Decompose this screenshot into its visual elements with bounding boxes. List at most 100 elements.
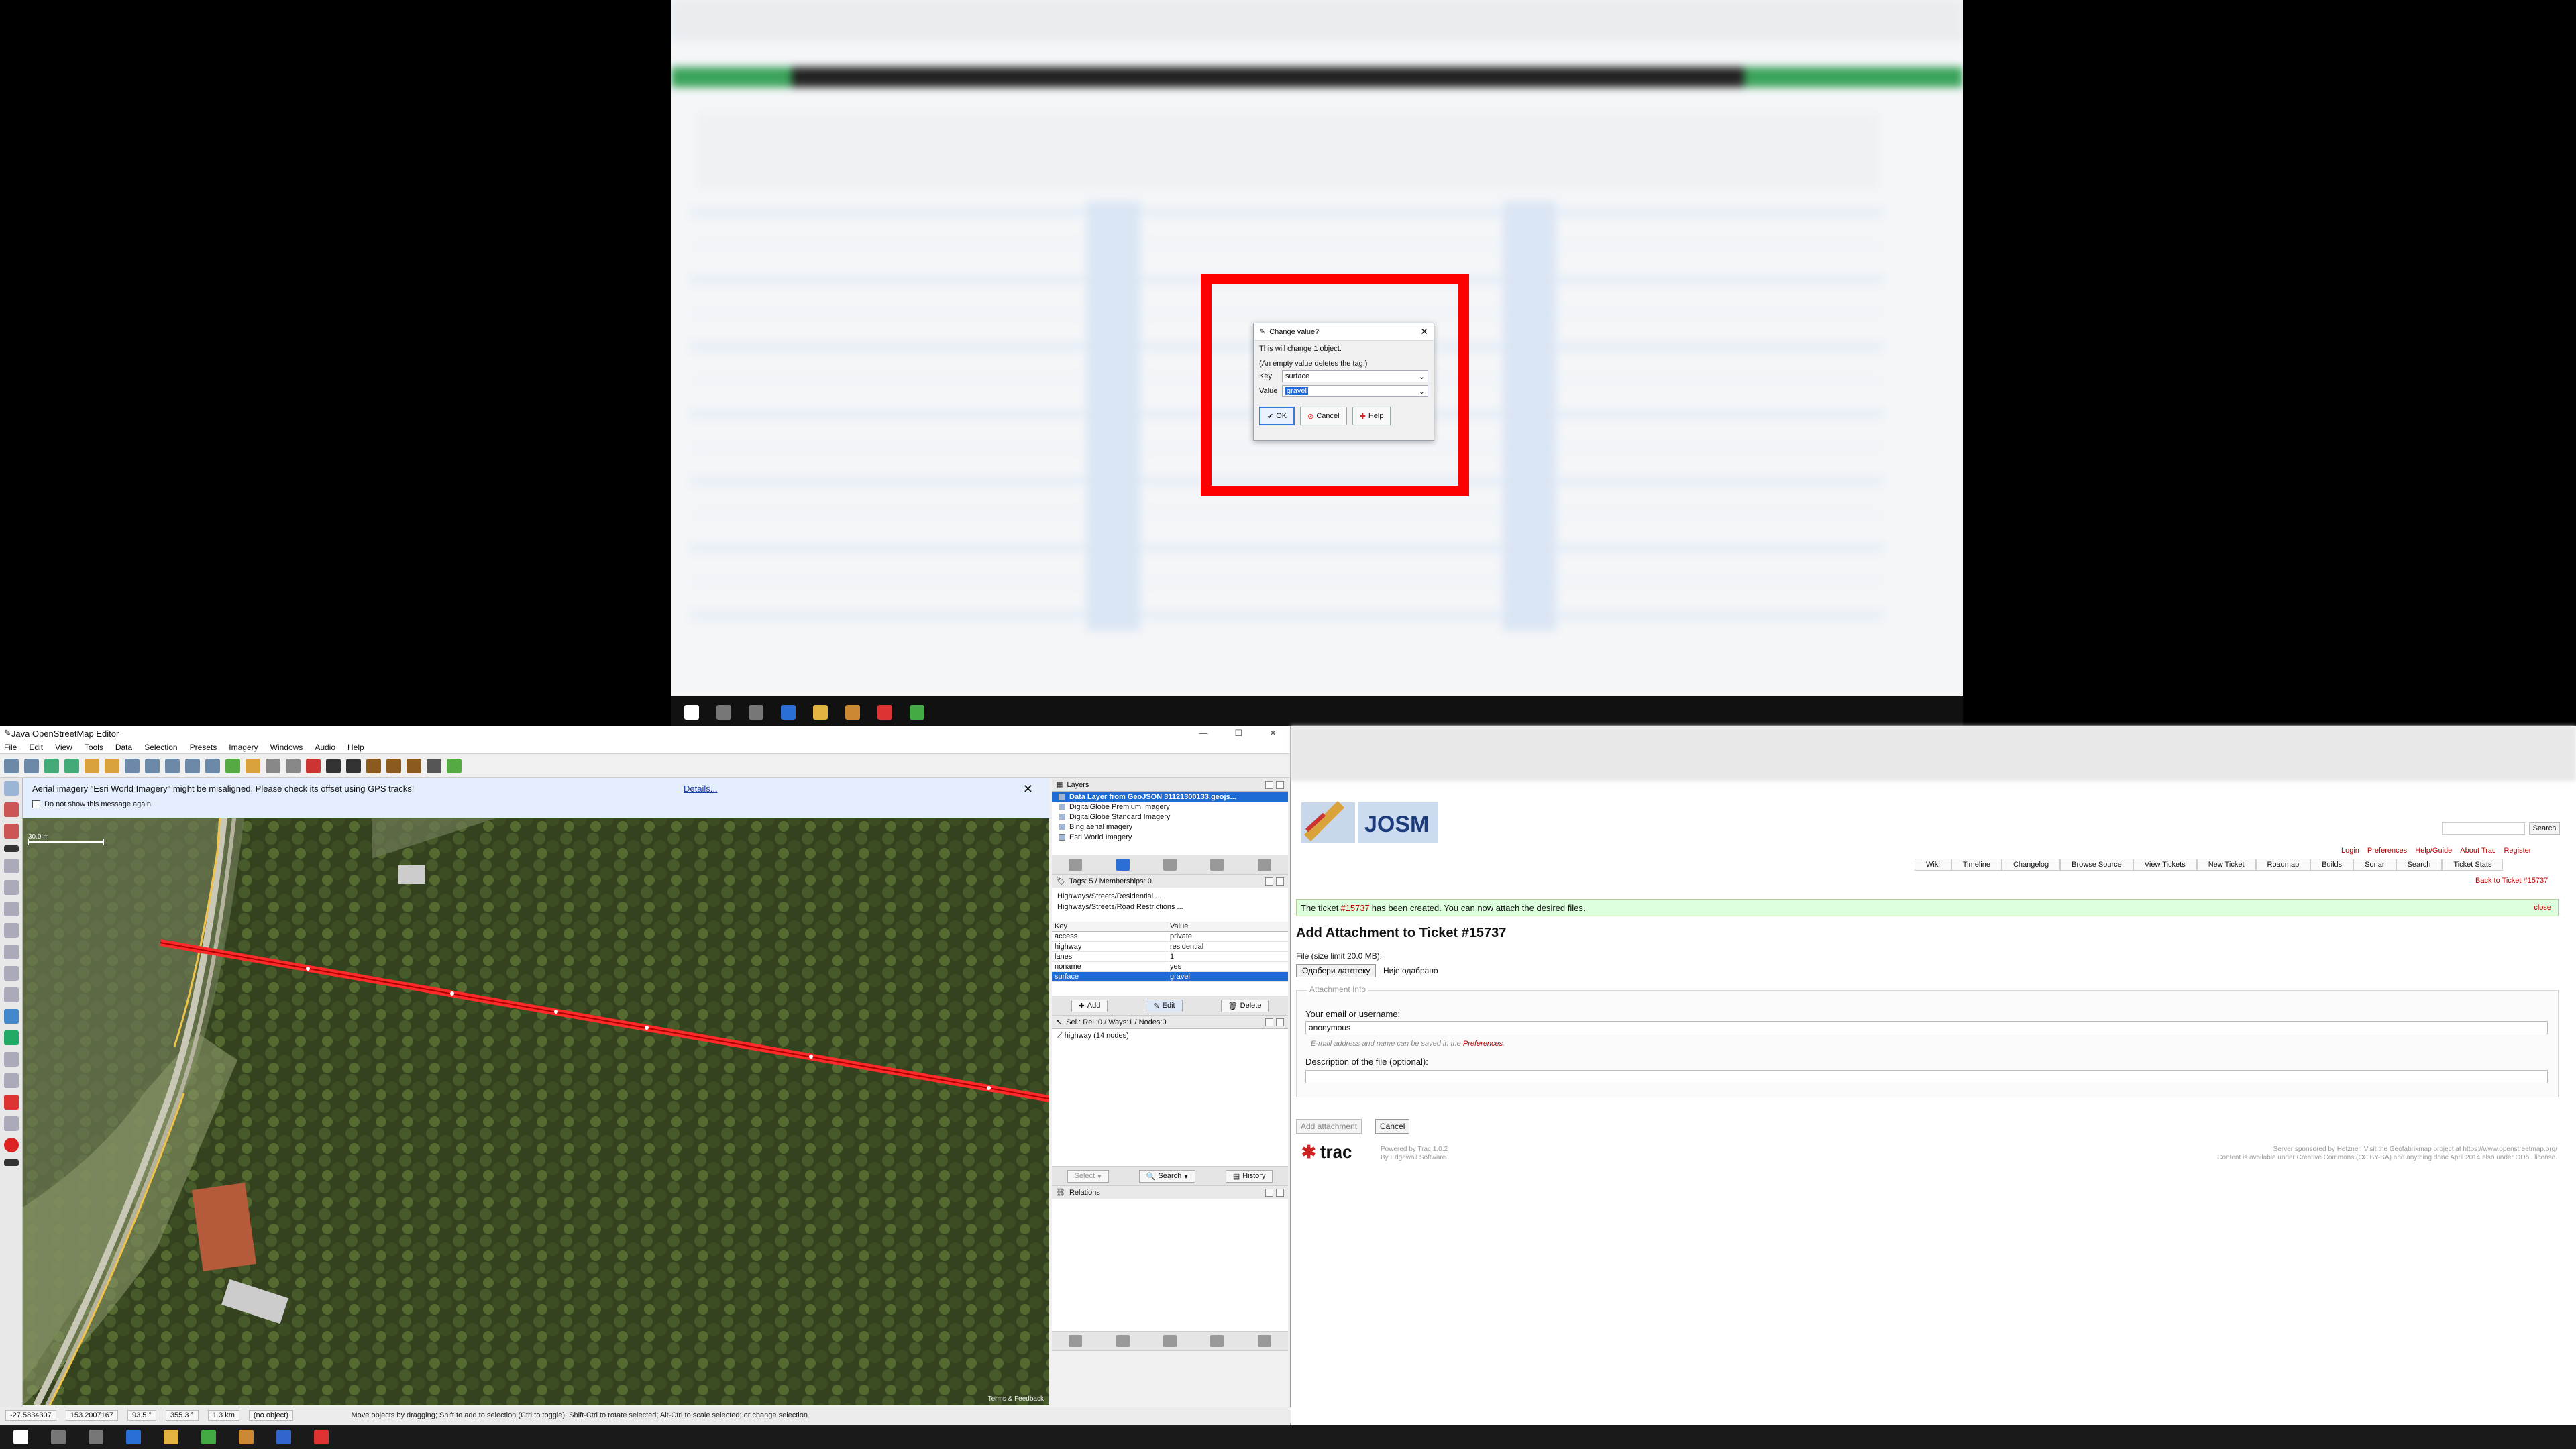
email-field[interactable]: anonymous <box>1305 1021 2548 1034</box>
toggle-dialog-icon[interactable] <box>3 1073 19 1088</box>
split-icon[interactable] <box>165 758 180 773</box>
menu-audio[interactable]: Audio <box>315 743 335 752</box>
preset-link[interactable]: Highways/Streets/Residential ... <box>1057 891 1283 902</box>
table-row[interactable]: noname yes <box>1052 962 1288 972</box>
tab-wiki[interactable]: Wiki <box>1915 859 1951 871</box>
layer-row[interactable]: Data Layer from GeoJSON 31121300133.geoj… <box>1052 792 1288 802</box>
menu-help[interactable]: Help <box>347 743 364 752</box>
select-relation-icon[interactable] <box>1257 1335 1271 1347</box>
nav-register[interactable]: Register <box>2504 847 2531 855</box>
delete-tag-button[interactable]: 🗑 Delete <box>1220 999 1269 1012</box>
layer-row[interactable]: DigitalGlobe Premium Imagery <box>1052 802 1288 812</box>
app-icon[interactable] <box>126 1430 141 1444</box>
add-tag-button[interactable]: ✚ Add <box>1071 999 1108 1012</box>
value-combo[interactable]: gravel ⌄ <box>1282 385 1428 397</box>
move-up-icon[interactable] <box>1069 859 1083 871</box>
menu-presets[interactable]: Presets <box>190 743 217 752</box>
imagery-icon[interactable] <box>225 758 240 773</box>
cancel-button[interactable]: Cancel <box>1375 1119 1410 1134</box>
duplicate-relation-icon[interactable] <box>1163 1335 1177 1347</box>
nav-preferences[interactable]: Preferences <box>2367 847 2407 855</box>
activate-icon[interactable] <box>1163 859 1177 871</box>
select-mode-icon[interactable] <box>3 781 19 796</box>
tab-changelog[interactable]: Changelog <box>2001 859 2061 871</box>
toggle-dialog-icon[interactable] <box>3 902 19 916</box>
add-attachment-button[interactable]: Add attachment <box>1296 1119 1362 1134</box>
maximize-icon[interactable]: ☐ <box>1234 728 1242 739</box>
layer-visible-icon[interactable] <box>1059 833 1065 841</box>
table-row[interactable]: access private <box>1052 932 1288 942</box>
tab-timeline[interactable]: Timeline <box>1951 859 2002 871</box>
dont-show-checkbox[interactable] <box>32 800 40 808</box>
app-icon[interactable] <box>164 1430 178 1444</box>
nav-about-trac[interactable]: About Trac <box>2460 847 2496 855</box>
zoom-icon[interactable] <box>125 758 140 773</box>
table-row[interactable]: surface gravel <box>1052 972 1288 982</box>
toggle-dialog-icon[interactable] <box>3 987 19 1002</box>
preset-highway-icon[interactable] <box>246 758 260 773</box>
app-icon[interactable] <box>201 1430 216 1444</box>
attribution-link[interactable]: Terms & Feedback <box>988 1395 1044 1403</box>
draw-mode-icon[interactable] <box>3 802 19 817</box>
preset-track-icon[interactable] <box>286 758 301 773</box>
delete-layer-icon[interactable] <box>1257 859 1271 871</box>
toggle-dialog-icon[interactable] <box>3 859 19 873</box>
layer-visible-icon[interactable] <box>1059 793 1065 800</box>
panel-dock-icon[interactable] <box>1265 780 1273 789</box>
nav-login[interactable]: Login <box>2341 847 2359 855</box>
preset-building-icon[interactable] <box>306 758 321 773</box>
delete-relation-icon[interactable] <box>1210 1335 1224 1347</box>
ok-button[interactable]: ✔ OK <box>1259 407 1295 425</box>
panel-close-icon[interactable] <box>1276 1018 1284 1026</box>
validator-icon[interactable] <box>3 1030 19 1045</box>
save-icon[interactable] <box>44 758 59 773</box>
new-relation-icon[interactable] <box>1069 1335 1083 1347</box>
toggle-dialog-icon[interactable] <box>3 923 19 938</box>
menu-view[interactable]: View <box>55 743 72 752</box>
reverse-icon[interactable] <box>205 758 220 773</box>
toggle-dialog-icon[interactable] <box>3 1116 19 1131</box>
menu-edit[interactable]: Edit <box>29 743 43 752</box>
minimize-icon[interactable]: — <box>1199 728 1208 739</box>
upload-icon[interactable] <box>64 758 79 773</box>
tab-sonar[interactable]: Sonar <box>2353 859 2396 871</box>
preset-car-icon[interactable] <box>326 758 341 773</box>
ticket-link[interactable]: #15737 <box>1340 903 1369 913</box>
tab-roadmap[interactable]: Roadmap <box>2255 859 2311 871</box>
close-icon[interactable]: ✕ <box>1420 326 1428 337</box>
panel-close-icon[interactable] <box>1276 780 1284 789</box>
tab-new-ticket[interactable]: New Ticket <box>2196 859 2256 871</box>
menu-data[interactable]: Data <box>115 743 132 752</box>
show-hide-icon[interactable] <box>1210 859 1224 871</box>
back-to-ticket-link[interactable]: Back to Ticket #15737 <box>2475 877 2548 885</box>
close-icon[interactable]: ✕ <box>1269 728 1277 739</box>
combine-icon[interactable] <box>185 758 200 773</box>
choose-file-button[interactable]: Одабери датотеку <box>1296 964 1377 977</box>
panel-dock-icon[interactable] <box>1265 1018 1273 1026</box>
toggle-dialog-icon[interactable] <box>3 1052 19 1067</box>
layer-row[interactable]: DigitalGlobe Standard Imagery <box>1052 812 1288 822</box>
map-view[interactable]: Aerial imagery "Esri World Imagery" migh… <box>23 778 1049 1405</box>
layer-visible-icon[interactable] <box>1059 823 1065 830</box>
expand-icon[interactable] <box>3 845 19 852</box>
help-button[interactable]: ✚ Help <box>1352 407 1391 425</box>
start-icon[interactable] <box>13 1430 28 1444</box>
task-view-icon[interactable] <box>89 1430 103 1444</box>
expand-icon[interactable] <box>3 1159 19 1166</box>
edit-relation-icon[interactable] <box>1116 1335 1130 1347</box>
nav-help-guide[interactable]: Help/Guide <box>2415 847 2452 855</box>
tab-browse-source[interactable]: Browse Source <box>2060 859 2133 871</box>
zoom-mode-icon[interactable] <box>3 824 19 839</box>
description-field[interactable] <box>1305 1070 2548 1083</box>
app-icon[interactable] <box>239 1430 254 1444</box>
search-button[interactable]: Search <box>2529 822 2560 835</box>
notice-close-link[interactable]: close <box>2534 904 2551 912</box>
menu-imagery[interactable]: Imagery <box>229 743 258 752</box>
tab-search[interactable]: Search <box>2396 859 2443 871</box>
toggle-dialog-icon[interactable] <box>3 966 19 981</box>
table-row[interactable]: lanes 1 <box>1052 952 1288 962</box>
preset-link[interactable]: Highways/Streets/Road Restrictions ... <box>1057 902 1283 912</box>
tab-builds[interactable]: Builds <box>2310 859 2354 871</box>
panel-dock-icon[interactable] <box>1265 1188 1273 1197</box>
preset-shop-icon[interactable] <box>407 758 421 773</box>
